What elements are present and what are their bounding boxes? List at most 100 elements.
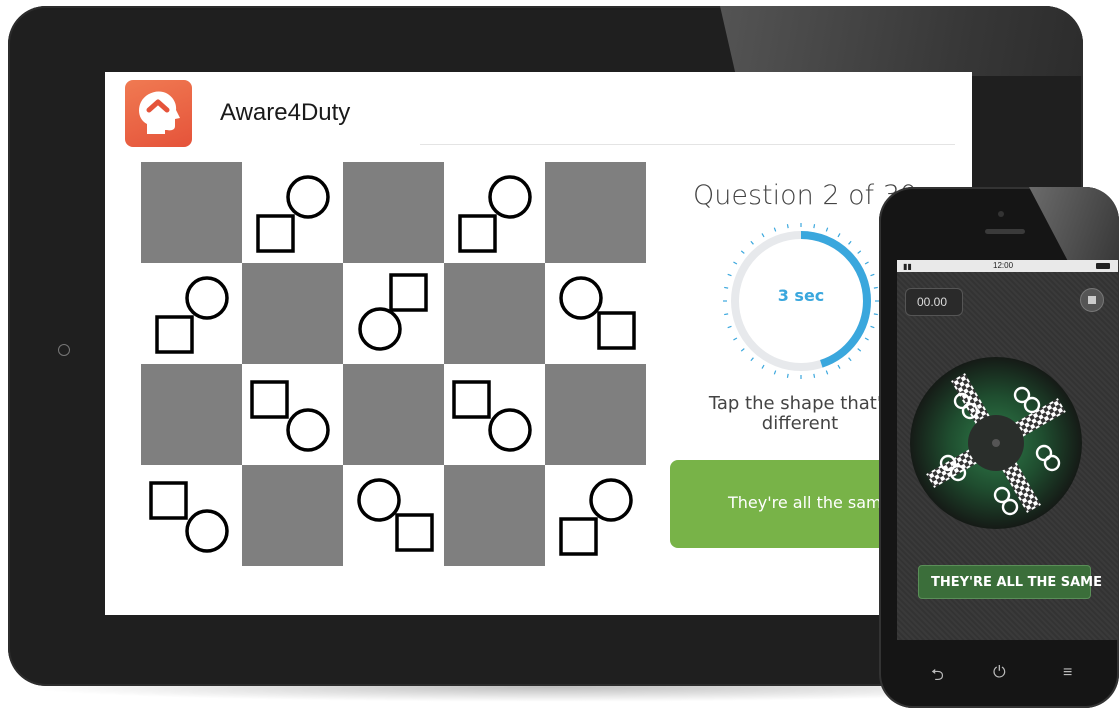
timer-tick	[761, 364, 765, 369]
menu-icon[interactable]: ≡	[1063, 664, 1072, 682]
instruction-text: Tap the shape that's different	[708, 393, 892, 434]
square-shape	[256, 214, 295, 253]
battery-icon	[1096, 263, 1110, 269]
timer-tick	[773, 370, 777, 375]
timer-tick	[773, 227, 777, 232]
phone-app-body: 00.00 THEY'RE ALL THE SAME	[897, 272, 1118, 640]
timer-tick	[873, 313, 878, 316]
square-shape	[149, 481, 188, 520]
timer-tick	[825, 370, 829, 375]
circle-shape	[559, 276, 603, 320]
grid-cell-blank	[141, 162, 242, 263]
square-shape	[559, 517, 598, 556]
phone-all-same-label: THEY'RE ALL THE SAME	[931, 575, 1102, 590]
grid-cell-blank	[343, 364, 444, 465]
grid-cell-shape[interactable]	[343, 465, 444, 566]
grid-cell-shape[interactable]	[343, 263, 444, 364]
timer-tick	[837, 233, 841, 238]
timer-tick	[837, 364, 841, 369]
grid-cell-blank	[545, 162, 646, 263]
timer-tick	[733, 261, 738, 265]
grid-cell-shape[interactable]	[141, 263, 242, 364]
grid-cell-shape[interactable]	[444, 364, 545, 465]
timer-tick	[870, 325, 875, 329]
timer-tick	[848, 357, 852, 362]
circle-shape	[589, 478, 633, 522]
square-shape	[597, 311, 636, 350]
grid-cell-shape[interactable]	[242, 162, 343, 263]
circle-shape	[358, 307, 402, 351]
grid-cell-shape[interactable]	[242, 364, 343, 465]
signal-icon: ▮▮	[903, 262, 912, 271]
stop-icon[interactable]	[1080, 288, 1104, 312]
app-header: Aware4Duty	[105, 72, 972, 147]
square-shape	[155, 315, 194, 354]
grid-cell-blank	[343, 162, 444, 263]
phone-frame: ▮▮ 12:00 00.00 THEY'RE ALL THE SAME ⮌ ⏻ …	[879, 187, 1119, 708]
app-title: Aware4Duty	[220, 99, 351, 126]
square-shape	[389, 273, 428, 312]
square-shape	[250, 380, 289, 419]
timer-tick	[750, 240, 754, 245]
phone-all-same-button[interactable]: THEY'RE ALL THE SAME	[918, 565, 1102, 599]
grid-cell-blank	[545, 364, 646, 465]
power-icon[interactable]: ⏻	[993, 664, 1006, 682]
status-bar: ▮▮ 12:00	[897, 260, 1118, 272]
timer-tick	[740, 348, 745, 352]
grid-cell-shape[interactable]	[545, 465, 646, 566]
circle-shape	[488, 408, 532, 452]
timer-tick	[761, 233, 765, 238]
header-divider	[420, 144, 955, 145]
tablet-home-button[interactable]	[58, 344, 70, 356]
grid-cell-shape[interactable]	[545, 263, 646, 364]
back-icon[interactable]: ⮌	[931, 664, 944, 691]
circle-shape	[185, 276, 229, 320]
phone-timer-value: 00.00	[917, 295, 948, 309]
timer-tick	[848, 240, 852, 245]
square-shape	[395, 513, 434, 552]
grid-cell-blank	[444, 465, 545, 566]
tablet-glare	[720, 6, 1083, 76]
timer-label: 3 sec	[777, 286, 825, 305]
phone-timer: 00.00	[905, 288, 963, 316]
shape-grid	[141, 162, 649, 566]
square-shape	[458, 214, 497, 253]
circle-shape	[286, 408, 330, 452]
head-chevron-icon	[125, 80, 192, 147]
grid-cell-shape[interactable]	[141, 465, 242, 566]
camera-icon	[998, 211, 1004, 217]
timer-tick	[733, 337, 738, 341]
timer-tick	[813, 373, 816, 378]
timer-tick	[740, 250, 745, 254]
grid-cell-blank	[141, 364, 242, 465]
timer-tick	[727, 325, 732, 329]
circle-shape	[488, 175, 532, 219]
countdown-timer: 3 sec	[720, 220, 882, 382]
timer-tick	[857, 348, 862, 352]
circle-shape	[185, 509, 229, 553]
spinner-wheel[interactable]	[910, 357, 1082, 529]
grid-cell-shape[interactable]	[444, 162, 545, 263]
status-clock: 12:00	[993, 261, 1014, 270]
circle-shape	[357, 478, 401, 522]
timer-tick	[750, 357, 754, 362]
grid-cell-blank	[242, 465, 343, 566]
timer-tick	[786, 224, 789, 229]
square-shape	[452, 380, 491, 419]
timer-tick	[864, 261, 869, 265]
phone-glare	[1029, 187, 1119, 267]
grid-cell-blank	[242, 263, 343, 364]
phone-screen: ▮▮ 12:00 00.00 THEY'RE ALL THE SAME	[897, 260, 1118, 640]
timer-tick	[727, 273, 732, 277]
speaker-grille	[985, 229, 1025, 234]
timer-tick	[724, 313, 729, 316]
timer-tick	[857, 250, 862, 254]
all-same-button[interactable]: They're all the same!	[670, 460, 910, 548]
timer-tick	[870, 273, 875, 277]
circle-shape	[286, 175, 330, 219]
all-same-button-label: They're all the same!	[728, 493, 898, 512]
timer-tick	[813, 224, 816, 229]
timer-tick	[786, 373, 789, 378]
phone-nav-bar: ⮌ ⏻ ≡	[879, 642, 1119, 708]
grid-cell-blank	[444, 263, 545, 364]
